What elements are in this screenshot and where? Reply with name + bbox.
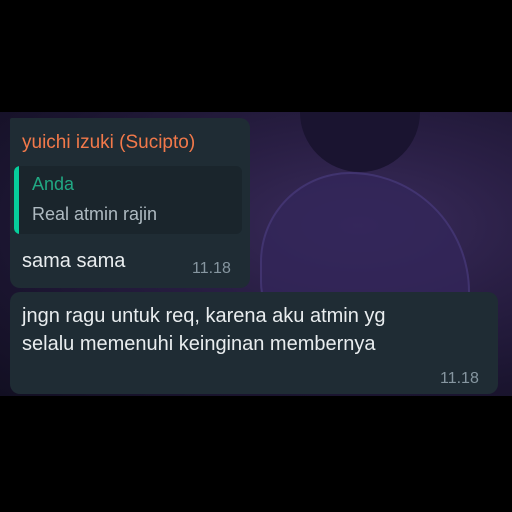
- message-bubble[interactable]: jngn ragu untuk req, karena aku atmin yg…: [10, 292, 498, 394]
- quote-accent-bar: [14, 166, 19, 234]
- message-line: jngn ragu untuk req, karena aku atmin yg: [22, 305, 386, 327]
- message-text: jngn ragu untuk req, karena aku atmin yg…: [22, 302, 492, 358]
- wallpaper-shape: [300, 112, 420, 172]
- message-line: selalu memenuhi keinginan membernya: [22, 333, 376, 355]
- quoted-text: Real atmin rajin: [32, 204, 158, 224]
- message-text: sama sama: [22, 250, 126, 272]
- message-bubble[interactable]: yuichi izuki (Sucipto) Anda Real atmin r…: [10, 118, 250, 288]
- message-time: 11.18: [192, 260, 231, 277]
- quoted-author: Anda: [32, 174, 75, 194]
- sender-name[interactable]: yuichi izuki (Sucipto): [22, 132, 195, 154]
- quoted-message[interactable]: Anda Real atmin rajin: [14, 166, 242, 234]
- message-time: 11.18: [440, 370, 479, 387]
- screenshot: yuichi izuki (Sucipto) Anda Real atmin r…: [0, 0, 512, 512]
